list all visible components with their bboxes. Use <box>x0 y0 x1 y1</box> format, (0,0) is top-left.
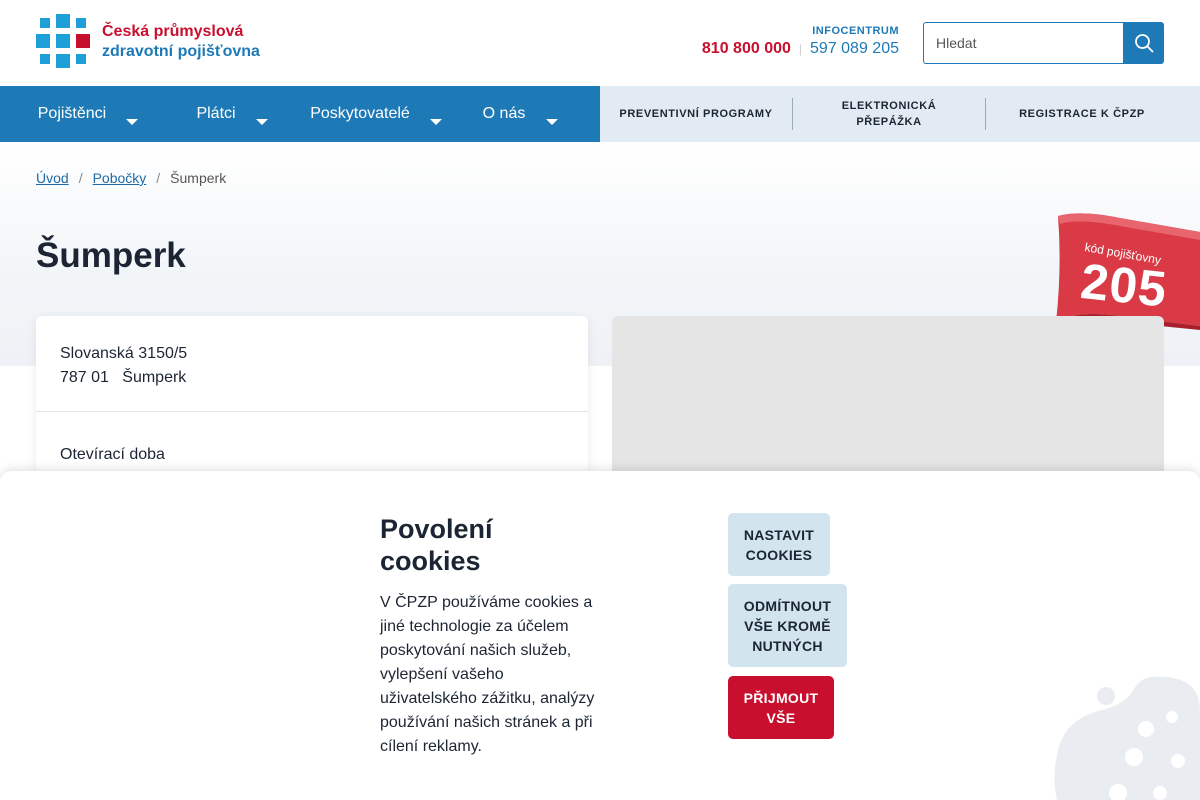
phone-separator: | <box>798 42 803 56</box>
nav-item-platci[interactable]: Plátci <box>144 86 288 142</box>
nav-item-label: Plátci <box>196 105 236 122</box>
nav-item-preventivni-programy[interactable]: PREVENTIVNÍ PROGRAMY <box>600 98 792 130</box>
cookie-reject-button[interactable]: ODMÍTNOUT VŠE KROMĚ NUTNÝCH <box>728 584 847 667</box>
nav-item-label: Poskytovatelé <box>310 105 410 122</box>
nav-item-poskytovatele[interactable]: Poskytovatelé <box>288 86 442 142</box>
nav-primary: Pojištěnci Plátci Poskytovatelé O nás <box>0 86 600 142</box>
breadcrumb: Úvod / Pobočky / Šumperk <box>36 170 226 186</box>
branch-zip: 787 01 <box>60 369 109 386</box>
opening-hours-label: Otevírací doba <box>60 446 165 463</box>
site-header: Česká průmyslová zdravotní pojišťovna IN… <box>0 0 1200 86</box>
cookie-settings-button[interactable]: NASTAVIT COOKIES <box>728 513 830 576</box>
phone-alt[interactable]: 597 089 205 <box>810 40 899 58</box>
breadcrumb-separator: / <box>78 170 83 186</box>
cookie-icon <box>1054 676 1200 800</box>
nav-secondary: PREVENTIVNÍ PROGRAMY ELEKTRONICKÁ PŘEPÁŽ… <box>600 86 1200 142</box>
cookie-title: Povolení cookies <box>380 514 493 576</box>
breadcrumb-link-pobocky[interactable]: Pobočky <box>93 170 147 186</box>
branch-street: Slovanská 3150/5 <box>60 345 188 362</box>
logo-line-1: Česká průmyslová <box>102 23 244 40</box>
phone-main[interactable]: 810 800 000 <box>702 40 791 58</box>
search-button[interactable] <box>1123 22 1164 64</box>
cookie-accept-button[interactable]: PŘIJMOUT VŠE <box>728 676 834 739</box>
cpzp-logo-icon <box>36 14 90 68</box>
caret-down-icon <box>126 119 138 125</box>
breadcrumb-separator: / <box>156 170 161 186</box>
nav-item-registrace[interactable]: REGISTRACE K ČPZP <box>986 98 1178 130</box>
cookie-text: V ČPZP používáme cookies a jiné technolo… <box>380 594 595 755</box>
nav-item-label: Pojištěnci <box>37 105 107 122</box>
logo-link[interactable]: Česká průmyslová zdravotní pojišťovna <box>36 14 260 70</box>
nav-item-o-nas[interactable]: O nás <box>432 86 576 142</box>
breadcrumb-current: Šumperk <box>170 170 227 186</box>
logo-line-2: zdravotní pojišťovna <box>102 43 260 60</box>
ribbon-code: 205 <box>1078 252 1170 318</box>
infocentrum-label: INFOCENTRUM <box>812 25 899 37</box>
caret-down-icon <box>256 119 268 125</box>
breadcrumb-link-uvod[interactable]: Úvod <box>36 170 69 186</box>
search-form <box>923 22 1164 64</box>
logo-text: Česká průmyslová zdravotní pojišťovna <box>102 22 260 62</box>
infocentrum: INFOCENTRUM 810 800 000 | 597 089 205 <box>702 25 899 58</box>
branch-city: Šumperk <box>122 369 187 386</box>
page-title: Šumperk <box>36 236 186 275</box>
infocentrum-phones: 810 800 000 | 597 089 205 <box>702 40 899 58</box>
nav-item-label: O nás <box>482 105 526 122</box>
search-icon <box>1134 34 1153 53</box>
nav-item-elektronicka-prepazka[interactable]: ELEKTRONICKÁ PŘEPÁŽKA <box>793 98 985 130</box>
search-input[interactable] <box>923 22 1123 64</box>
cookie-banner: Povolení cookies V ČPZP používáme cookie… <box>0 471 1200 800</box>
main-navigation: Pojištěnci Plátci Poskytovatelé O nás PR… <box>0 86 1200 142</box>
nav-item-pojistenci[interactable]: Pojištěnci <box>0 86 144 142</box>
caret-down-icon <box>546 119 558 125</box>
branch-address: Slovanská 3150/5 787 01 Šumperk <box>36 316 588 411</box>
